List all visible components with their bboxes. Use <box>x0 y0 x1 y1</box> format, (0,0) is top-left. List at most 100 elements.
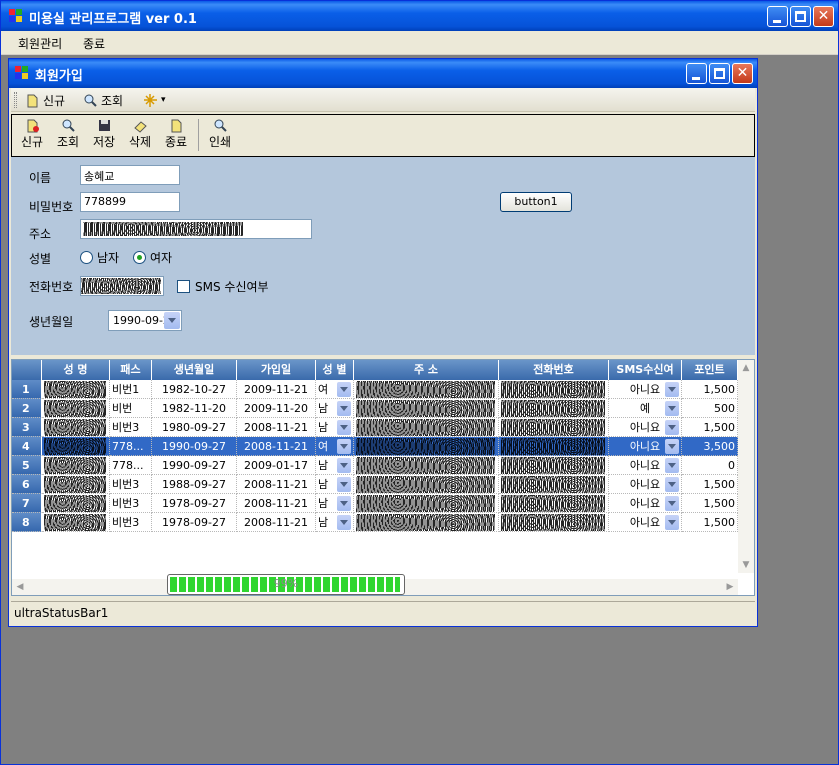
table-row[interactable]: 1 비번1 1982-10-27 2009-11-21 여 아니요 1,500 <box>12 380 754 399</box>
cell-pass[interactable]: 비번1 <box>110 380 152 399</box>
cell-sms[interactable]: 아니요 <box>609 380 682 399</box>
cell-name[interactable] <box>42 475 110 494</box>
cell-birth[interactable]: 1982-10-27 <box>152 380 237 399</box>
cell-pass[interactable]: 778... <box>110 437 152 456</box>
scroll-up-icon[interactable]: ▲ <box>738 360 754 376</box>
cell-address[interactable] <box>354 437 499 456</box>
row-number[interactable]: 8 <box>12 513 42 532</box>
cell-address[interactable] <box>354 494 499 513</box>
cell-address[interactable] <box>354 380 499 399</box>
cell-join[interactable]: 2009-11-20 <box>237 399 316 418</box>
chevron-down-icon[interactable] <box>665 458 679 473</box>
name-input[interactable]: 송혜교 <box>80 165 180 185</box>
scroll-left-icon[interactable]: ◀ <box>12 579 28 595</box>
cell-point[interactable]: 500 <box>682 399 738 418</box>
cell-point[interactable]: 1,500 <box>682 494 738 513</box>
chevron-down-icon[interactable] <box>665 439 679 454</box>
cell-point[interactable]: 1,500 <box>682 380 738 399</box>
vertical-scrollbar[interactable]: ▲ ▼ <box>738 360 754 573</box>
cell-phone[interactable] <box>499 418 609 437</box>
cell-name[interactable] <box>42 380 110 399</box>
chevron-down-icon[interactable] <box>665 420 679 435</box>
exit-button[interactable]: 종료 <box>160 118 192 154</box>
delete-button[interactable]: 삭제 <box>124 118 156 154</box>
password-input[interactable]: 778899 <box>80 192 180 212</box>
main-titlebar[interactable]: 미용실 관리프로그램 ver 0.1 ✕ <box>1 1 838 31</box>
header-birth[interactable]: 생년월일 <box>152 360 237 380</box>
cell-pass[interactable]: 778... <box>110 456 152 475</box>
chevron-down-icon[interactable] <box>665 496 679 511</box>
table-row[interactable]: 7 비번3 1978-09-27 2008-11-21 남 아니요 1,500 <box>12 494 754 513</box>
cell-address[interactable] <box>354 513 499 532</box>
row-number[interactable]: 1 <box>12 380 42 399</box>
header-name[interactable]: 성 명 <box>42 360 110 380</box>
chevron-down-icon[interactable] <box>337 477 351 492</box>
cell-point[interactable]: 3,500 <box>682 437 738 456</box>
cell-phone[interactable] <box>499 513 609 532</box>
cell-name[interactable] <box>42 456 110 475</box>
header-phone[interactable]: 전화번호 <box>499 360 609 380</box>
toolbar-extra-button[interactable]: ▾ <box>143 91 166 109</box>
cell-gender[interactable]: 남 <box>316 494 354 513</box>
child-titlebar[interactable]: 회원가입 ✕ <box>9 59 757 88</box>
cell-gender[interactable]: 여 <box>316 380 354 399</box>
header-point[interactable]: 포인트 <box>682 360 738 380</box>
chevron-down-icon[interactable] <box>337 496 351 511</box>
cell-phone[interactable] <box>499 475 609 494</box>
cell-phone[interactable] <box>499 494 609 513</box>
cell-birth[interactable]: 1990-09-27 <box>152 437 237 456</box>
chevron-down-icon[interactable] <box>337 458 351 473</box>
cell-phone[interactable] <box>499 399 609 418</box>
table-row[interactable]: 4 778... 1990-09-27 2008-11-21 여 아니요 3,500 <box>12 437 754 456</box>
cell-sms[interactable]: 아니요 <box>609 418 682 437</box>
cell-join[interactable]: 2009-01-17 <box>237 456 316 475</box>
cell-pass[interactable]: 비번3 <box>110 494 152 513</box>
header-address[interactable]: 주 소 <box>354 360 499 380</box>
cell-join[interactable]: 2008-11-21 <box>237 418 316 437</box>
scroll-down-icon[interactable]: ▼ <box>738 557 754 573</box>
cell-name[interactable] <box>42 513 110 532</box>
close-button[interactable]: ✕ <box>813 6 834 27</box>
row-number[interactable]: 3 <box>12 418 42 437</box>
cell-birth[interactable]: 1982-11-20 <box>152 399 237 418</box>
cell-join[interactable]: 2008-11-21 <box>237 475 316 494</box>
cell-gender[interactable]: 남 <box>316 399 354 418</box>
chevron-down-icon[interactable] <box>665 477 679 492</box>
address-input[interactable] <box>80 219 312 239</box>
header-join[interactable]: 가입일 <box>237 360 316 380</box>
row-number[interactable]: 2 <box>12 399 42 418</box>
menu-member[interactable]: 회원관리 <box>18 35 62 52</box>
menu-exit[interactable]: 종료 <box>83 35 105 52</box>
cell-birth[interactable]: 1978-09-27 <box>152 513 237 532</box>
chevron-down-icon[interactable] <box>337 420 351 435</box>
maximize-button[interactable] <box>790 6 811 27</box>
cell-gender[interactable]: 남 <box>316 456 354 475</box>
cell-join[interactable]: 2008-11-21 <box>237 513 316 532</box>
toolbar-grip[interactable] <box>14 92 17 108</box>
gender-female-radio[interactable]: 여자 <box>133 249 172 266</box>
save-button[interactable]: 저장 <box>88 118 120 154</box>
row-number[interactable]: 5 <box>12 456 42 475</box>
header-pass[interactable]: 패스 <box>110 360 152 380</box>
cell-sms[interactable]: 아니요 <box>609 513 682 532</box>
cell-gender[interactable]: 남 <box>316 513 354 532</box>
print-button[interactable]: 인쇄 <box>204 118 236 154</box>
child-minimize-button[interactable] <box>686 63 707 84</box>
cell-birth[interactable]: 1980-09-27 <box>152 418 237 437</box>
child-close-button[interactable]: ✕ <box>732 63 753 84</box>
chevron-down-icon[interactable] <box>337 515 351 530</box>
child-maximize-button[interactable] <box>709 63 730 84</box>
cell-pass[interactable]: 비번3 <box>110 418 152 437</box>
search-button[interactable]: 조회 <box>52 118 84 154</box>
cell-name[interactable] <box>42 399 110 418</box>
chevron-down-icon[interactable] <box>665 401 679 416</box>
chevron-down-icon[interactable] <box>337 439 351 454</box>
new-button[interactable]: 신규 <box>16 118 48 154</box>
cell-birth[interactable]: 1990-09-27 <box>152 456 237 475</box>
header-gender[interactable]: 성 별 <box>316 360 354 380</box>
cell-point[interactable]: 0 <box>682 456 738 475</box>
toolbar-search-button[interactable]: 조회 <box>83 91 123 109</box>
cell-gender[interactable]: 남 <box>316 418 354 437</box>
cell-join[interactable]: 2008-11-21 <box>237 494 316 513</box>
cell-phone[interactable] <box>499 456 609 475</box>
